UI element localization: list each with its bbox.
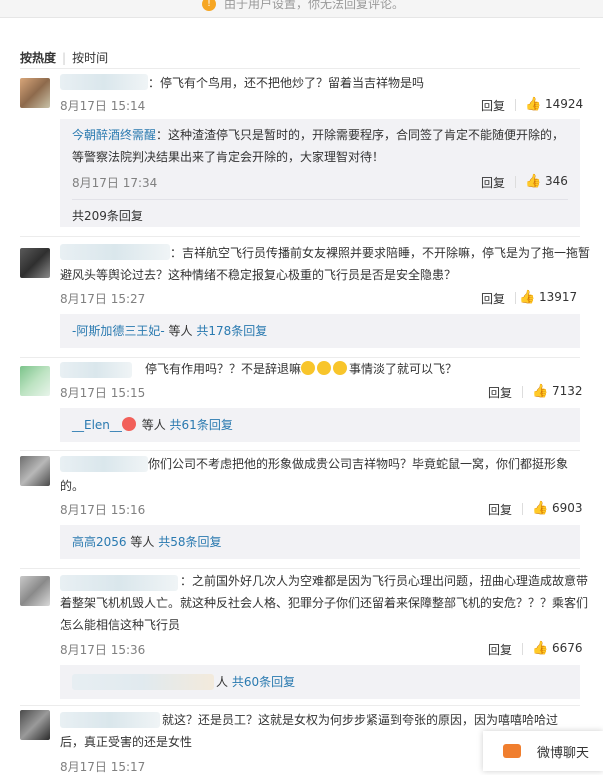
- divider: [515, 176, 516, 188]
- more-replies-link[interactable]: 共209条回复: [72, 207, 143, 224]
- avatar[interactable]: [20, 248, 50, 278]
- avatar[interactable]: [20, 710, 50, 740]
- sub-reply-text: 今朝醉酒终需醒：这种渣渣停飞只是暂时的，开除需要程序，合同签了肯定不能随便开除的…: [72, 128, 565, 164]
- more-replies-link[interactable]: 共178条回复: [196, 324, 267, 338]
- more-replies-line: 高高2056 等人 共58条回复: [72, 535, 222, 549]
- sub-like-button[interactable]: 👍 346: [525, 174, 568, 189]
- more-replies-line: 人 共60条回复: [216, 675, 296, 689]
- sub-reply-box: 高高2056 等人 共58条回复: [60, 525, 580, 559]
- more-replies-line: __Elen__ 等人 共61条回复: [72, 417, 233, 432]
- comment-text: 停飞有作用吗？？不是辞退嘛 事情淡了就可以飞？: [145, 361, 458, 376]
- blurred-username: [60, 74, 148, 90]
- sort-divider: |: [62, 51, 67, 65]
- notice-text: 由于用户设置，你无法回复评论。: [224, 0, 405, 11]
- thumbs-up-icon: 👍: [532, 501, 549, 516]
- avatar[interactable]: [20, 78, 50, 108]
- like-count: 14924: [545, 97, 584, 111]
- divider: [522, 386, 523, 398]
- like-button[interactable]: 👍 7132: [532, 384, 583, 399]
- sub-like-count: 346: [545, 174, 568, 188]
- chat-bubble-icon: [503, 744, 521, 758]
- sort-by-time-tab[interactable]: 按时间: [72, 51, 108, 65]
- sub-reply-box: -阿斯加德三王妃- 等人 共178条回复: [60, 314, 580, 348]
- reply-button[interactable]: 回复: [488, 384, 512, 401]
- weibo-chat-button[interactable]: 微博聊天: [483, 731, 603, 771]
- reply-button[interactable]: 回复: [481, 290, 505, 307]
- more-replies-line: -阿斯加德三王妃- 等人 共178条回复: [72, 324, 268, 338]
- like-button[interactable]: 👍 14924: [525, 97, 583, 112]
- divider: [515, 292, 516, 304]
- more-replies-link[interactable]: 共60条回复: [232, 675, 295, 689]
- more-replies-link[interactable]: 共61条回复: [170, 418, 233, 432]
- like-count: 13917: [539, 290, 578, 304]
- thumbs-up-icon: 👍: [532, 641, 549, 656]
- comment-restriction-notice: ! 由于用户设置，你无法回复评论。: [0, 0, 603, 18]
- like-button[interactable]: 👍 6903: [532, 501, 583, 516]
- sub-reply-box: __Elen__ 等人 共61条回复: [60, 408, 580, 442]
- like-count: 6676: [552, 641, 583, 655]
- divider: [20, 236, 580, 237]
- divider: [522, 643, 523, 655]
- divider: [72, 199, 568, 200]
- avatar[interactable]: [20, 366, 50, 396]
- divider: [20, 68, 580, 69]
- reply-username[interactable]: __Elen__: [72, 418, 122, 432]
- avatar[interactable]: [20, 576, 50, 606]
- sort-tabs: 按热度 | 按时间: [20, 49, 108, 66]
- reply-username[interactable]: 高高2056: [72, 535, 127, 549]
- emoji-icon: [333, 361, 348, 375]
- more-replies-link[interactable]: 共58条回复: [158, 535, 221, 549]
- comment-text: 你们公司不考虑把他的形象做成贵公司吉祥物吗？毕竟蛇鼠一窝，你们都挺形象的。: [60, 457, 569, 493]
- crown-emoji-icon: [121, 417, 136, 431]
- comment-text: ：停飞有个鸟用，还不把他炒了？留着当吉祥物是吗: [148, 76, 425, 90]
- divider: [515, 99, 516, 111]
- comment-time: 8月17日 15:16: [60, 503, 146, 517]
- emoji-icon: [317, 361, 332, 375]
- comment-time: 8月17日 15:15: [60, 386, 146, 400]
- comment-time: 8月17日 15:27: [60, 292, 146, 306]
- blurred-username: [60, 362, 132, 378]
- comment-text: ：吉祥航空飞行员传播前女友裸照并要求陪睡，不开除嘛，停飞是为了拖一拖暂避风头等舆…: [60, 246, 591, 282]
- sub-reply-username[interactable]: 今朝醉酒终需醒: [72, 128, 156, 142]
- like-button[interactable]: 👍 6676: [532, 641, 583, 656]
- sub-reply-time: 8月17日 17:34: [72, 176, 158, 190]
- comment-time: 8月17日 15:14: [60, 99, 146, 113]
- chat-label: 微博聊天: [537, 746, 590, 761]
- like-count: 6903: [552, 501, 583, 515]
- divider: [20, 450, 580, 451]
- like-button[interactable]: 👍 13917: [519, 290, 577, 305]
- thumbs-up-icon: 👍: [525, 97, 542, 112]
- reply-username[interactable]: -阿斯加德三王妃-: [72, 324, 165, 338]
- sub-reply-box: 今朝醉酒终需醒：这种渣渣停飞只是暂时的，开除需要程序，合同签了肯定不能随便开除的…: [60, 119, 580, 227]
- like-count: 7132: [552, 384, 583, 398]
- divider: [522, 503, 523, 515]
- thumbs-up-icon: 👍: [519, 290, 536, 305]
- divider: [20, 568, 580, 569]
- reply-button[interactable]: 回复: [481, 97, 505, 114]
- emoji-icon: [301, 361, 316, 375]
- divider: [20, 705, 580, 706]
- comment-time: 8月17日 15:17: [60, 760, 146, 774]
- info-icon: !: [202, 0, 216, 11]
- sort-by-hot-tab[interactable]: 按热度: [20, 51, 56, 65]
- thumbs-up-icon: 👍: [532, 384, 549, 399]
- reply-button[interactable]: 回复: [488, 641, 512, 658]
- sub-reply-box: 人 共60条回复: [60, 665, 580, 699]
- sub-reply-button[interactable]: 回复: [481, 174, 505, 191]
- comment-time: 8月17日 15:36: [60, 643, 146, 657]
- comment-text: ：之前国外好几次人为空难都是因为飞行员心理出问题，扭曲心理造成故意带着整架飞机机…: [60, 574, 589, 632]
- thumbs-up-icon: 👍: [525, 174, 542, 189]
- reply-button[interactable]: 回复: [488, 501, 512, 518]
- blurred-username: [72, 674, 214, 690]
- avatar[interactable]: [20, 456, 50, 486]
